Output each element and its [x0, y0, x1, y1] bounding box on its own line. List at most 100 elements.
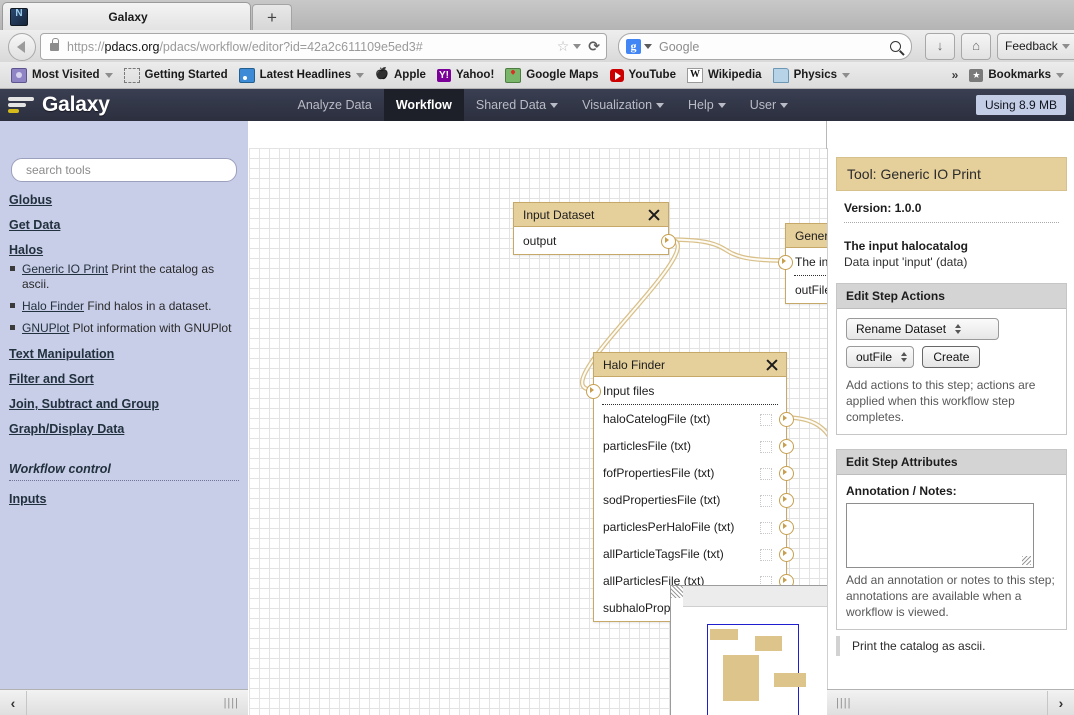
search-input[interactable]: Google [659, 40, 699, 54]
tool-section-link[interactable]: Graph/Display Data [9, 422, 124, 436]
tool-link[interactable]: Halo Finder [22, 299, 84, 313]
node-output-row[interactable]: sodPropertiesFile (txt) [594, 486, 794, 513]
search-icon[interactable] [890, 41, 901, 52]
bookmark-yahoo[interactable]: Y! Yahoo! [436, 68, 494, 82]
google-maps-icon [505, 67, 522, 83]
search-tools-input[interactable]: search tools [11, 158, 237, 182]
menu-help[interactable]: Help [676, 89, 738, 121]
node-header[interactable]: Halo Finder [594, 353, 786, 377]
menu-workflow[interactable]: Workflow [383, 89, 464, 121]
node-output-row[interactable]: haloCatelogFile (txt) [594, 405, 794, 432]
workflow-node-generic-io-print[interactable]: Generic IO Print The input halocatalog out… [778, 223, 827, 304]
menu-shared-data[interactable]: Shared Data [464, 89, 570, 121]
bookmark-star-icon[interactable]: ☆ [557, 38, 570, 55]
output-terminal-icon[interactable] [779, 439, 794, 454]
yahoo-icon: Y! [436, 68, 451, 82]
tool-section-link[interactable]: Globus [9, 193, 52, 207]
workflow-node-halo-finder[interactable]: Halo Finder Input files haloCatelogFile (t… [586, 352, 794, 622]
node-output-row[interactable]: allParticleTagsFile (txt) [594, 540, 794, 567]
output-terminal-icon[interactable] [661, 234, 676, 249]
back-button[interactable] [8, 33, 36, 61]
search-bar[interactable]: g Google [618, 33, 912, 60]
bookmark-bookmarks-menu[interactable]: ★ Bookmarks [969, 68, 1064, 82]
tools-panel-body: search tools Globus Get Data Halos Generic … [0, 148, 248, 690]
output-terminal-icon[interactable] [779, 493, 794, 508]
collapse-left-panel-button[interactable]: ‹ [0, 690, 27, 715]
browser-tab-galaxy[interactable]: Galaxy [2, 2, 251, 31]
node-output-row[interactable]: fofPropertiesFile (txt) [594, 459, 794, 486]
workflow-canvas[interactable]: Input Dataset output Generic IO Print The i… [249, 148, 827, 715]
create-button[interactable]: Create [922, 346, 981, 368]
bookmark-physics[interactable]: Physics [772, 67, 851, 83]
bookmark-label: Getting Started [144, 69, 228, 81]
node-input-row[interactable]: The input halocatalog [778, 248, 827, 275]
node-output-row[interactable]: output [514, 227, 676, 254]
youtube-icon [609, 68, 624, 82]
menu-visualization[interactable]: Visualization [570, 89, 676, 121]
url-bar[interactable]: https://pdacs.org/pdacs/workflow/editor?… [40, 33, 607, 60]
google-logo-icon: g [626, 39, 641, 54]
output-terminal-icon[interactable] [779, 466, 794, 481]
dataset-visible-icon[interactable] [760, 413, 772, 426]
node-output-row[interactable]: particlesFile (txt) [594, 432, 794, 459]
tool-link[interactable]: GNUPlot [22, 321, 69, 335]
close-icon[interactable] [766, 359, 778, 371]
close-icon[interactable] [648, 209, 660, 221]
bookmarks-overflow-icon[interactable]: » [952, 68, 959, 82]
reload-icon[interactable]: ⟳ [588, 38, 600, 55]
tool-section-link-inputs[interactable]: Inputs [9, 492, 47, 506]
output-terminal-icon[interactable] [779, 520, 794, 535]
bookmark-label: Wikipedia [707, 69, 762, 81]
action-output-value: outFile [856, 350, 893, 364]
minimap-viewport[interactable] [707, 624, 806, 715]
bookmark-wikipedia[interactable]: W Wikipedia [686, 67, 762, 83]
bookmark-apple[interactable]: Apple [375, 69, 426, 82]
node-output-row[interactable]: particlesPerHaloFile (txt) [594, 513, 794, 540]
downloads-button[interactable]: ↓ [925, 33, 955, 60]
lock-icon [50, 37, 59, 51]
dataset-visible-icon[interactable] [760, 494, 772, 507]
tool-section-link[interactable]: Get Data [9, 218, 60, 232]
home-button[interactable]: ⌂ [961, 33, 991, 60]
action-type-select[interactable]: Rename Dataset [846, 318, 999, 340]
panel-drag-handle[interactable]: |||| [224, 697, 239, 709]
dataset-visible-icon[interactable] [760, 440, 772, 453]
minimap-canvas[interactable] [683, 607, 827, 715]
chevron-down-icon[interactable] [644, 44, 652, 49]
tool-section-link[interactable]: Filter and Sort [9, 372, 94, 386]
bookmark-getting-started[interactable]: Getting Started [123, 67, 228, 83]
action-output-select[interactable]: outFile [846, 346, 915, 368]
dataset-visible-icon[interactable] [760, 548, 772, 561]
tool-link[interactable]: Generic IO Print [22, 262, 108, 276]
bookmark-most-visited[interactable]: Most Visited [11, 67, 113, 83]
chevron-down-icon[interactable] [573, 44, 582, 49]
bookmark-google-maps[interactable]: Google Maps [505, 67, 599, 83]
bookmark-latest-headlines[interactable]: Latest Headlines [238, 67, 364, 83]
menu-user[interactable]: User [738, 89, 800, 121]
input-terminal-icon[interactable] [586, 384, 601, 399]
feedback-button[interactable]: Feedback [997, 33, 1074, 60]
menu-analyze-data[interactable]: Analyze Data [286, 89, 384, 121]
collapse-right-panel-button[interactable]: › [1047, 690, 1074, 715]
bookmark-youtube[interactable]: YouTube [609, 68, 676, 82]
node-header[interactable]: Generic IO Print [786, 224, 827, 248]
input-terminal-icon[interactable] [778, 255, 793, 270]
panel-drag-handle[interactable]: |||| [836, 697, 851, 709]
tool-section-link[interactable]: Text Manipulation [9, 347, 114, 361]
output-terminal-icon[interactable] [779, 547, 794, 562]
new-tab-button[interactable]: + [252, 4, 292, 31]
dataset-visible-icon[interactable] [760, 521, 772, 534]
node-output-label: allParticleTagsFile (txt) [603, 546, 724, 561]
workflow-node-input-dataset[interactable]: Input Dataset output [513, 202, 676, 255]
node-output-row[interactable]: outFile (txt) [786, 276, 827, 303]
tool-section-link[interactable]: Join, Subtract and Group [9, 397, 159, 411]
dataset-visible-icon[interactable] [760, 467, 772, 480]
bookmark-label: Most Visited [32, 69, 100, 81]
node-input-row[interactable]: Input files [586, 377, 786, 404]
annotation-textarea[interactable] [846, 503, 1034, 568]
canvas-overview-minimap[interactable] [670, 585, 827, 715]
node-header[interactable]: Input Dataset [514, 203, 668, 227]
tool-section-link[interactable]: Halos [9, 243, 43, 257]
minimap-grip-icon[interactable] [671, 586, 683, 598]
output-terminal-icon[interactable] [779, 412, 794, 427]
